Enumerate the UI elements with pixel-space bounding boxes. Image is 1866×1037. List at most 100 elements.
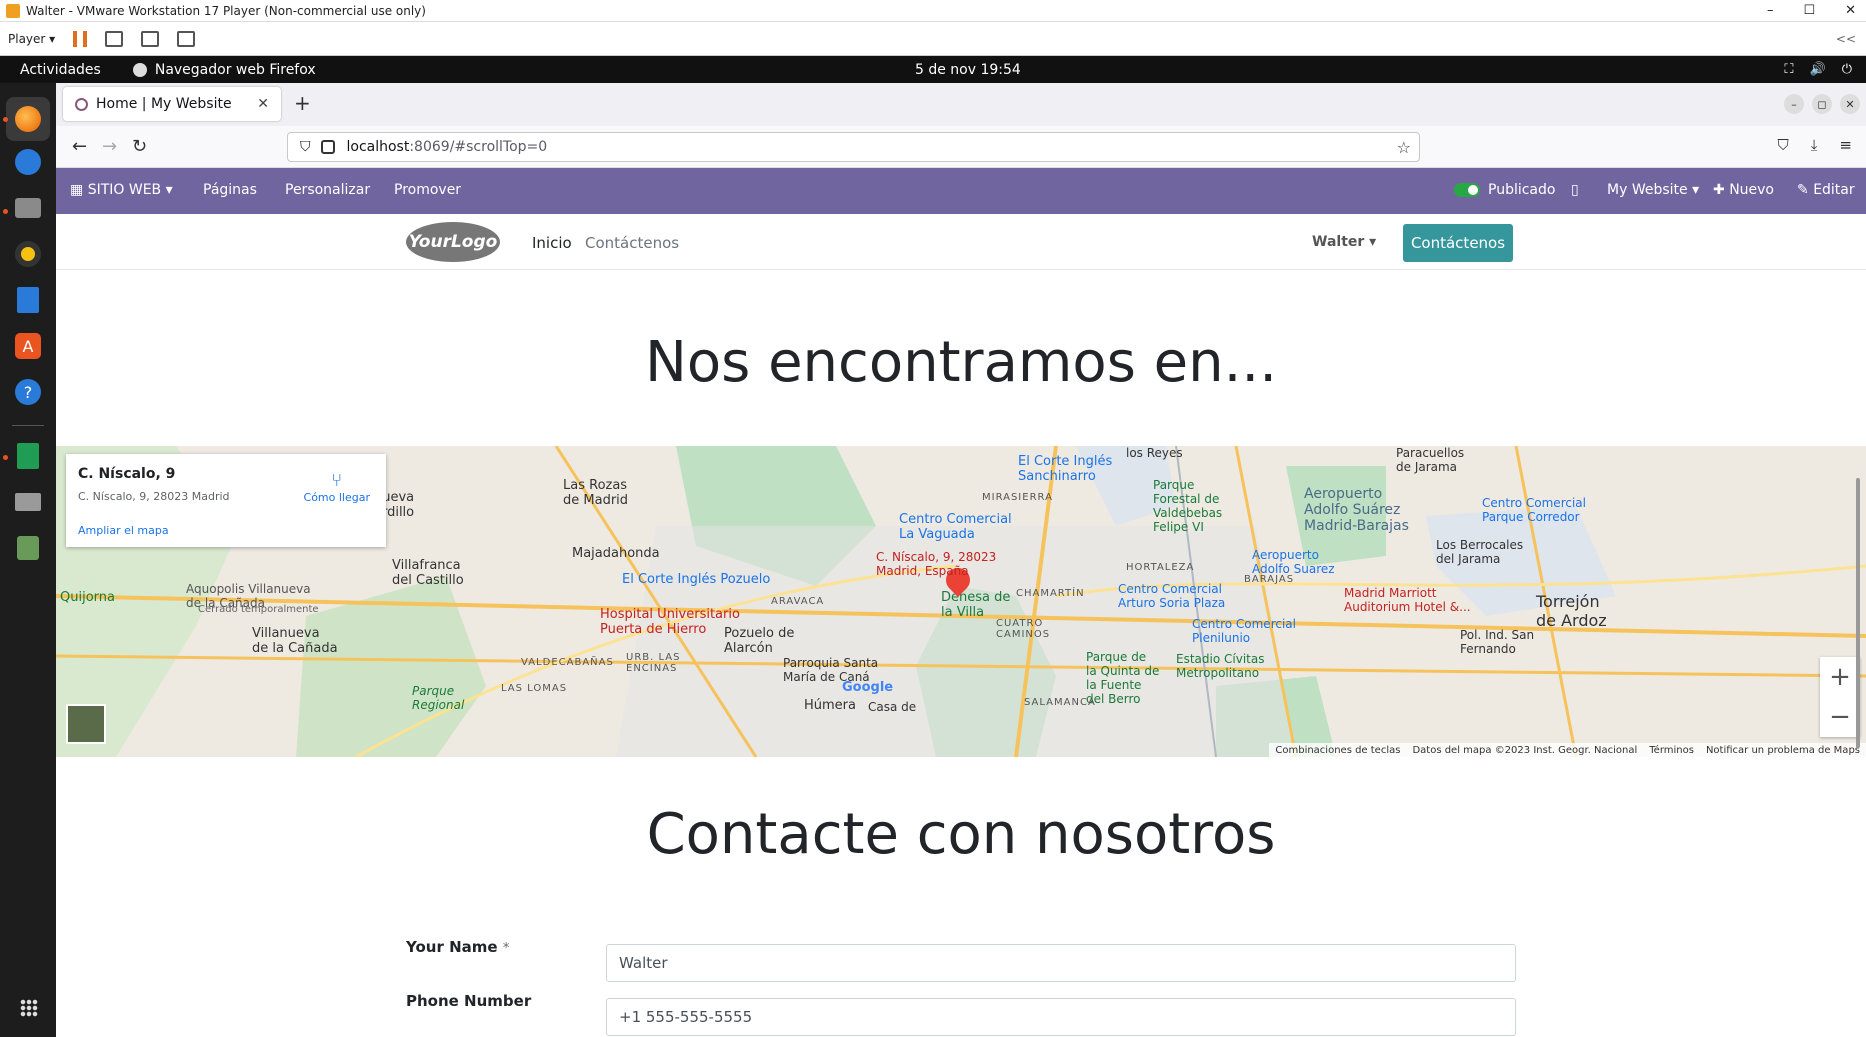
- window-restore-icon[interactable]: ◻: [1812, 94, 1832, 114]
- map-zoom-control: + −: [1820, 657, 1860, 737]
- publish-toggle[interactable]: Publicado: [1454, 182, 1555, 198]
- volume-icon[interactable]: 🔊: [1810, 62, 1826, 77]
- google-logo: Google: [842, 680, 894, 695]
- collapse-toolbar-button[interactable]: <<: [1836, 32, 1856, 46]
- page-content: Nos encontramos en... Las Rozas de Madrid…: [56, 270, 1866, 1037]
- map-place: Casa de: [868, 700, 917, 714]
- dock: A ?: [0, 83, 56, 1037]
- pages-menu[interactable]: Páginas: [203, 182, 257, 198]
- report-problem-link[interactable]: Notificar un problema de Maps: [1706, 745, 1860, 756]
- browser-navbar: ← → ↻ ⛉ localhost :8069/#scrollTop=0 ☆ ⛉…: [56, 126, 1866, 168]
- dock-thunderbird[interactable]: [11, 145, 45, 179]
- dock-trash[interactable]: [11, 531, 45, 565]
- back-icon[interactable]: ←: [72, 136, 87, 157]
- map-place: Hospital Universitario Puerta de Hierro: [600, 607, 740, 637]
- url-bar[interactable]: ⛉ localhost :8069/#scrollTop=0 ☆: [287, 132, 1420, 162]
- dock-calc[interactable]: [11, 439, 45, 473]
- player-menu[interactable]: Player ▾: [8, 32, 55, 46]
- map-place: Villafranca del Castillo: [392, 558, 464, 588]
- vmware-logo-icon: [6, 3, 20, 18]
- google-map[interactable]: Las Rozas de Madrid Majadahonda Villafran…: [56, 446, 1866, 757]
- dock-drive[interactable]: [11, 485, 45, 519]
- firefox-icon: [132, 62, 147, 77]
- site-logo[interactable]: YourLogo: [406, 222, 500, 262]
- power-icon[interactable]: ⏻: [1842, 62, 1852, 77]
- reload-icon[interactable]: ↻: [132, 136, 147, 157]
- map-place: Madrid Marriott Auditorium Hotel &...: [1344, 586, 1471, 614]
- vmware-title: Walter - VMware Workstation 17 Player (N…: [26, 3, 426, 18]
- enlarge-map-link[interactable]: Ampliar el mapa: [78, 524, 169, 537]
- new-tab-button[interactable]: +: [294, 91, 311, 115]
- writer-icon: [17, 287, 39, 313]
- send-ctrl-alt-del-icon[interactable]: [105, 30, 124, 47]
- shield-icon[interactable]: ⛉: [300, 139, 311, 155]
- edit-button[interactable]: ✎ Editar: [1797, 182, 1855, 198]
- menu-icon[interactable]: ≡: [1839, 136, 1852, 154]
- map-place: Parque Regional: [412, 684, 465, 712]
- dock-writer[interactable]: [11, 283, 45, 317]
- pause-icon[interactable]: [73, 30, 88, 47]
- close-icon[interactable]: ✕: [1845, 0, 1856, 22]
- clock[interactable]: 5 de nov 19:54: [915, 62, 1021, 78]
- promote-menu[interactable]: Promover: [394, 182, 461, 198]
- app-menu[interactable]: Navegador web Firefox: [132, 62, 316, 78]
- unity-icon[interactable]: [177, 30, 196, 47]
- window-close-icon[interactable]: ✕: [1840, 94, 1860, 114]
- network-icon[interactable]: ⛶: [1784, 62, 1793, 77]
- vmware-titlebar: Walter - VMware Workstation 17 Player (N…: [0, 0, 1866, 22]
- zoom-in-icon[interactable]: +: [1820, 657, 1860, 697]
- url-rest: :8069/#scrollTop=0: [409, 139, 548, 155]
- satellite-toggle[interactable]: [66, 704, 106, 744]
- phone-field[interactable]: +1 555-555-5555: [606, 998, 1516, 1036]
- keyboard-shortcuts-link[interactable]: Combinaciones de teclas: [1275, 745, 1400, 756]
- window-minimize-icon[interactable]: –: [1784, 94, 1804, 114]
- page-icon[interactable]: [320, 140, 335, 154]
- mobile-preview-icon[interactable]: ▯: [1571, 182, 1579, 198]
- rhythmbox-icon: [15, 241, 41, 267]
- customize-menu[interactable]: Personalizar: [285, 182, 370, 198]
- map-place: Parque Forestal de Valdebebas Felipe VI: [1153, 478, 1223, 534]
- drive-icon: [15, 493, 41, 511]
- contact-cta-button[interactable]: Contáctenos: [1403, 224, 1513, 262]
- website-menu[interactable]: ▦ SITIO WEB ▾: [70, 182, 173, 198]
- map-place: MIRASIERRA: [982, 492, 1053, 503]
- zoom-out-icon[interactable]: −: [1820, 697, 1860, 737]
- page-scrollbar[interactable]: [1856, 478, 1860, 748]
- nav-home[interactable]: Inicio: [532, 234, 572, 252]
- map-place: Aeropuerto Adolfo Suarez: [1252, 548, 1335, 576]
- dock-software[interactable]: A: [11, 329, 45, 363]
- dock-help[interactable]: ?: [11, 375, 45, 409]
- map-place: Villanueva de la Cañada: [252, 626, 338, 656]
- show-apps-icon[interactable]: [20, 999, 38, 1017]
- user-menu[interactable]: Walter ▾: [1312, 234, 1376, 250]
- map-place: Centro Comercial Plenilunio: [1192, 617, 1296, 645]
- directions-link[interactable]: ⑂ Cómo llegar: [304, 470, 370, 504]
- pocket-icon[interactable]: ⛉: [1778, 136, 1789, 154]
- map-place: los Reyes: [1126, 446, 1183, 460]
- map-place: Quijorna: [60, 590, 115, 605]
- dock-rhythmbox[interactable]: [11, 237, 45, 271]
- folder-icon: [15, 198, 41, 218]
- name-field[interactable]: Walter: [606, 944, 1516, 982]
- terms-link[interactable]: Términos: [1649, 745, 1694, 756]
- dock-firefox[interactable]: [6, 97, 50, 141]
- map-place: Aeropuerto Adolfo Suárez Madrid-Barajas: [1304, 486, 1409, 534]
- map-place: BARAJAS: [1244, 574, 1295, 585]
- thunderbird-icon: [15, 149, 41, 175]
- fullscreen-icon[interactable]: [141, 30, 160, 47]
- map-place: Las Rozas de Madrid: [563, 478, 629, 508]
- new-button[interactable]: ✚ Nuevo: [1713, 182, 1774, 198]
- bookmark-star-icon[interactable]: ☆: [1397, 138, 1411, 157]
- map-place: Pol. Ind. San Fernando: [1460, 628, 1535, 656]
- activities-button[interactable]: Actividades: [20, 62, 101, 78]
- website-switcher[interactable]: My Website ▾: [1607, 182, 1699, 198]
- dock-files[interactable]: [11, 191, 45, 225]
- nav-contact[interactable]: Contáctenos: [585, 234, 679, 252]
- minimize-icon[interactable]: –: [1767, 0, 1774, 22]
- software-icon: A: [15, 333, 41, 359]
- download-icon[interactable]: ⤓: [1811, 136, 1818, 154]
- tab-close-icon[interactable]: ✕: [257, 96, 269, 112]
- maximize-icon[interactable]: ☐: [1803, 0, 1815, 22]
- forward-icon[interactable]: →: [102, 136, 117, 157]
- tab-home[interactable]: Home | My Website ✕: [63, 87, 281, 121]
